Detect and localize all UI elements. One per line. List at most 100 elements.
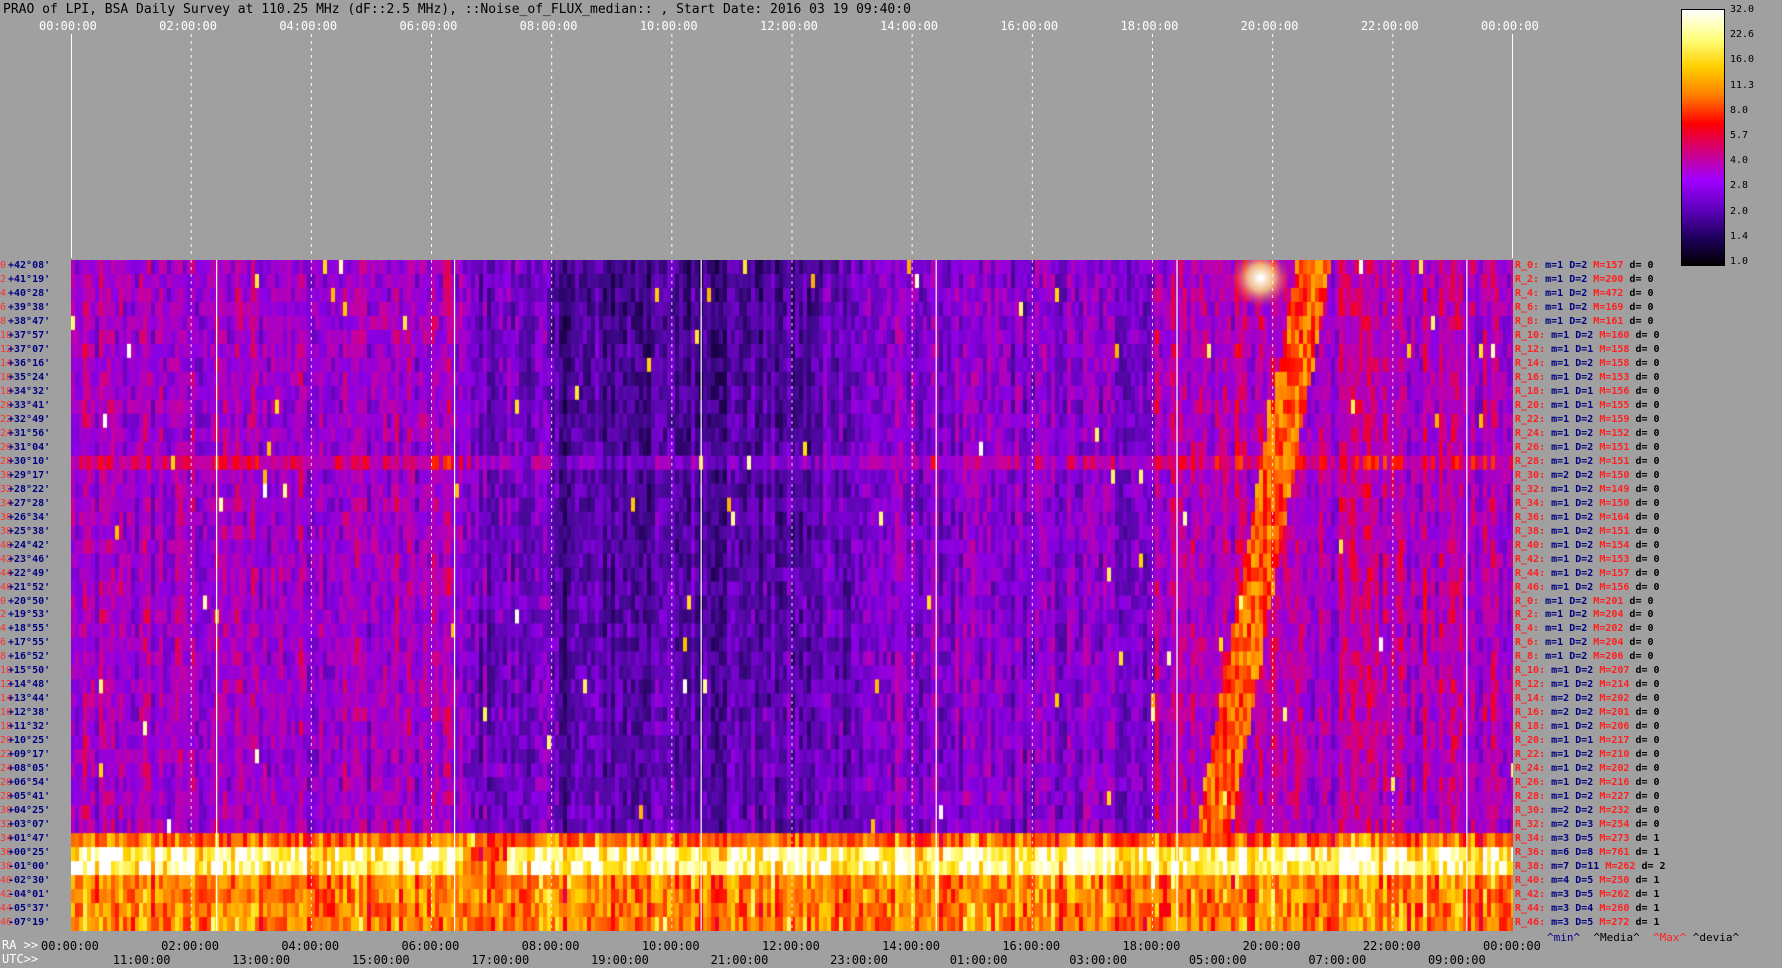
- ra-tick-label: 08:00:00: [521, 939, 580, 953]
- colorbar-tick: 5.7: [1730, 130, 1749, 141]
- row-stat: R_36: m=6 D=8 M=761 d= 1: [1515, 847, 1660, 859]
- row-stat: R_4: m=1 D=2 M=202 d= 0: [1515, 623, 1654, 635]
- row-stat: R_44: m=3 D=4 M=260 d= 1: [1515, 903, 1660, 915]
- declination-label: 14+36°16': [0, 357, 51, 369]
- ra-tick-label: 12:00:00: [762, 939, 820, 953]
- utc-tick-label: 09:00:00: [1427, 953, 1486, 967]
- row-stat: R_38: m=1 D=2 M=151 d= 0: [1515, 525, 1660, 537]
- declination-label: 8 +38°47': [0, 315, 51, 327]
- declination-label: 46+21°52': [0, 581, 51, 593]
- row-stat: R_46: m=3 D=5 M=272 d= 1: [1515, 917, 1660, 929]
- row-stat: R_12: m=1 D=1 M=158 d= 0: [1515, 343, 1660, 355]
- declination-label: 34+01°47': [0, 833, 51, 845]
- ra-tick-label: 02:00:00: [161, 939, 219, 953]
- row-stat: R_22: m=1 D=2 M=159 d= 0: [1515, 413, 1660, 425]
- stats-legend: ^min^ ^Media^ ^Max^ ^devia^: [1547, 931, 1739, 944]
- declination-label: 36+00°25': [0, 847, 51, 859]
- colorbar-tick: 1.4: [1730, 230, 1749, 242]
- declination-label: 40+24°42': [0, 539, 51, 551]
- colorbar-tick: 2.0: [1730, 205, 1749, 217]
- row-stat: R_44: m=1 D=2 M=157 d= 0: [1515, 567, 1660, 579]
- row-stat: R_10: m=1 D=2 M=160 d= 0: [1515, 329, 1660, 341]
- row-stat: R_32: m=2 D=3 M=254 d= 0: [1515, 819, 1660, 831]
- declination-label: 42+23°46': [0, 553, 51, 565]
- utc-tick-label: 05:00:00: [1188, 953, 1247, 967]
- declination-label: 16+35°24': [0, 371, 51, 383]
- ra-tick-label: 04:00:00: [281, 939, 340, 953]
- legend-max: ^Max^: [1652, 931, 1687, 944]
- row-stat: R_34: m=1 D=2 M=150 d= 0: [1515, 497, 1660, 509]
- row-stat: R_36: m=1 D=2 M=164 d= 0: [1515, 511, 1660, 523]
- declination-label: 32+03°07': [0, 819, 51, 831]
- declination-label: 30+04°25': [0, 805, 51, 817]
- declination-label: 18+34°32': [0, 385, 51, 397]
- row-stat: R_2: m=1 D=2 M=204 d= 0: [1515, 609, 1654, 621]
- declination-label: 44-05°37': [0, 903, 51, 915]
- heatmap-gridlines: [190, 260, 1468, 931]
- declination-label: 12+14°48': [0, 679, 51, 691]
- declination-label: 26+06°54': [0, 777, 51, 789]
- utc-tick-label: 15:00:00: [351, 953, 410, 967]
- declination-label: 30+29°17': [0, 469, 51, 481]
- utc-axis-label: UTC>>: [2, 952, 39, 966]
- declination-label: 4 +18°55': [0, 623, 51, 635]
- row-stat: R_20: m=1 D=1 M=155 d= 0: [1515, 399, 1660, 411]
- row-stat: R_6: m=1 D=2 M=204 d= 0: [1515, 637, 1654, 649]
- colorbar-tick: 22.6: [1730, 29, 1755, 41]
- declination-label: 4 +40°28': [0, 287, 51, 299]
- declination-label: 6 +39°38': [0, 301, 51, 313]
- row-stat: R_40: m=4 D=5 M=250 d= 1: [1515, 875, 1660, 887]
- colorbar-tick: 32.0: [1730, 4, 1755, 15]
- row-stat: R_4: m=1 D=2 M=472 d= 0: [1515, 287, 1654, 299]
- utc-tick-label: 03:00:00: [1069, 953, 1128, 967]
- declination-label: 26+31°04': [0, 441, 51, 453]
- declination-label: 22+09°17': [0, 749, 51, 761]
- declination-label: 36+26°34': [0, 511, 51, 523]
- colorbar-tick: 4.0: [1730, 155, 1749, 167]
- row-stat: R_18: m=1 D=2 M=206 d= 0: [1515, 721, 1660, 733]
- declination-label: 0 +42°08': [0, 260, 51, 271]
- ra-tick-label: 22:00:00: [1362, 939, 1421, 953]
- legend-min: ^min^: [1547, 931, 1581, 944]
- declination-label: 28+30°10': [0, 455, 51, 467]
- ra-tick-label: 16:00:00: [1002, 939, 1061, 953]
- declination-label: 10+37°57': [0, 329, 51, 341]
- upper-gridlines: [190, 34, 1394, 258]
- row-stat: R_34: m=3 D=5 M=273 d= 1: [1515, 833, 1660, 845]
- colorbar-tick: 11.3: [1730, 79, 1755, 91]
- ra-tick-label: 18:00:00: [1122, 939, 1181, 953]
- row-stat: R_14: m=1 D=2 M=158 d= 0: [1515, 357, 1660, 369]
- declination-label: 0 +20°50': [0, 595, 51, 607]
- row-stat: R_16: m=1 D=2 M=153 d= 0: [1515, 371, 1660, 383]
- row-stat: R_26: m=1 D=2 M=151 d= 0: [1515, 441, 1660, 453]
- declination-label: 46-07°19': [0, 917, 51, 929]
- ra-tick-label: 00:00:00: [41, 939, 99, 953]
- declination-label: 32+28°22': [0, 483, 51, 495]
- row-stat: R_16: m=2 D=2 M=201 d= 0: [1515, 707, 1660, 719]
- declination-label: 44+22°49': [0, 567, 51, 579]
- ra-tick-label: 10:00:00: [641, 939, 700, 953]
- declination-label: 24+08°05': [0, 763, 51, 775]
- declination-label: 6 +17°55': [0, 637, 51, 649]
- utc-tick-label: 11:00:00: [112, 953, 171, 967]
- utc-tick-label: 19:00:00: [591, 953, 649, 967]
- row-stat: R_12: m=1 D=2 M=214 d= 0: [1515, 679, 1660, 691]
- row-stat: R_2: m=1 D=2 M=200 d= 0: [1515, 273, 1654, 285]
- declination-label: 12+37°07': [0, 343, 51, 355]
- row-stat: R_30: m=2 D=2 M=150 d= 0: [1515, 469, 1660, 481]
- declination-label: 2 +19°53': [0, 609, 51, 621]
- declination-label: 18+11°32': [0, 721, 51, 733]
- declination-label: 20+10°25': [0, 735, 51, 747]
- row-stat: R_38: m=7 D=11 M=262 d= 2: [1515, 861, 1666, 873]
- row-stat: R_42: m=3 D=5 M=262 d= 1: [1515, 889, 1660, 901]
- utc-tick-label: 17:00:00: [471, 953, 530, 967]
- row-stat: R_22: m=1 D=2 M=210 d= 0: [1515, 749, 1660, 761]
- row-stat: R_28: m=1 D=2 M=151 d= 0: [1515, 455, 1660, 467]
- colorbar-tick: 2.8: [1730, 180, 1749, 192]
- declination-label: 2 +41°19': [0, 273, 51, 285]
- utc-tick-label: 23:00:00: [830, 953, 888, 967]
- utc-tick-label: 01:00:00: [949, 953, 1008, 967]
- colorbar: [1681, 9, 1725, 266]
- ra-tick-label: 14:00:00: [882, 939, 940, 953]
- row-stat: R_46: m=1 D=2 M=156 d= 0: [1515, 581, 1660, 593]
